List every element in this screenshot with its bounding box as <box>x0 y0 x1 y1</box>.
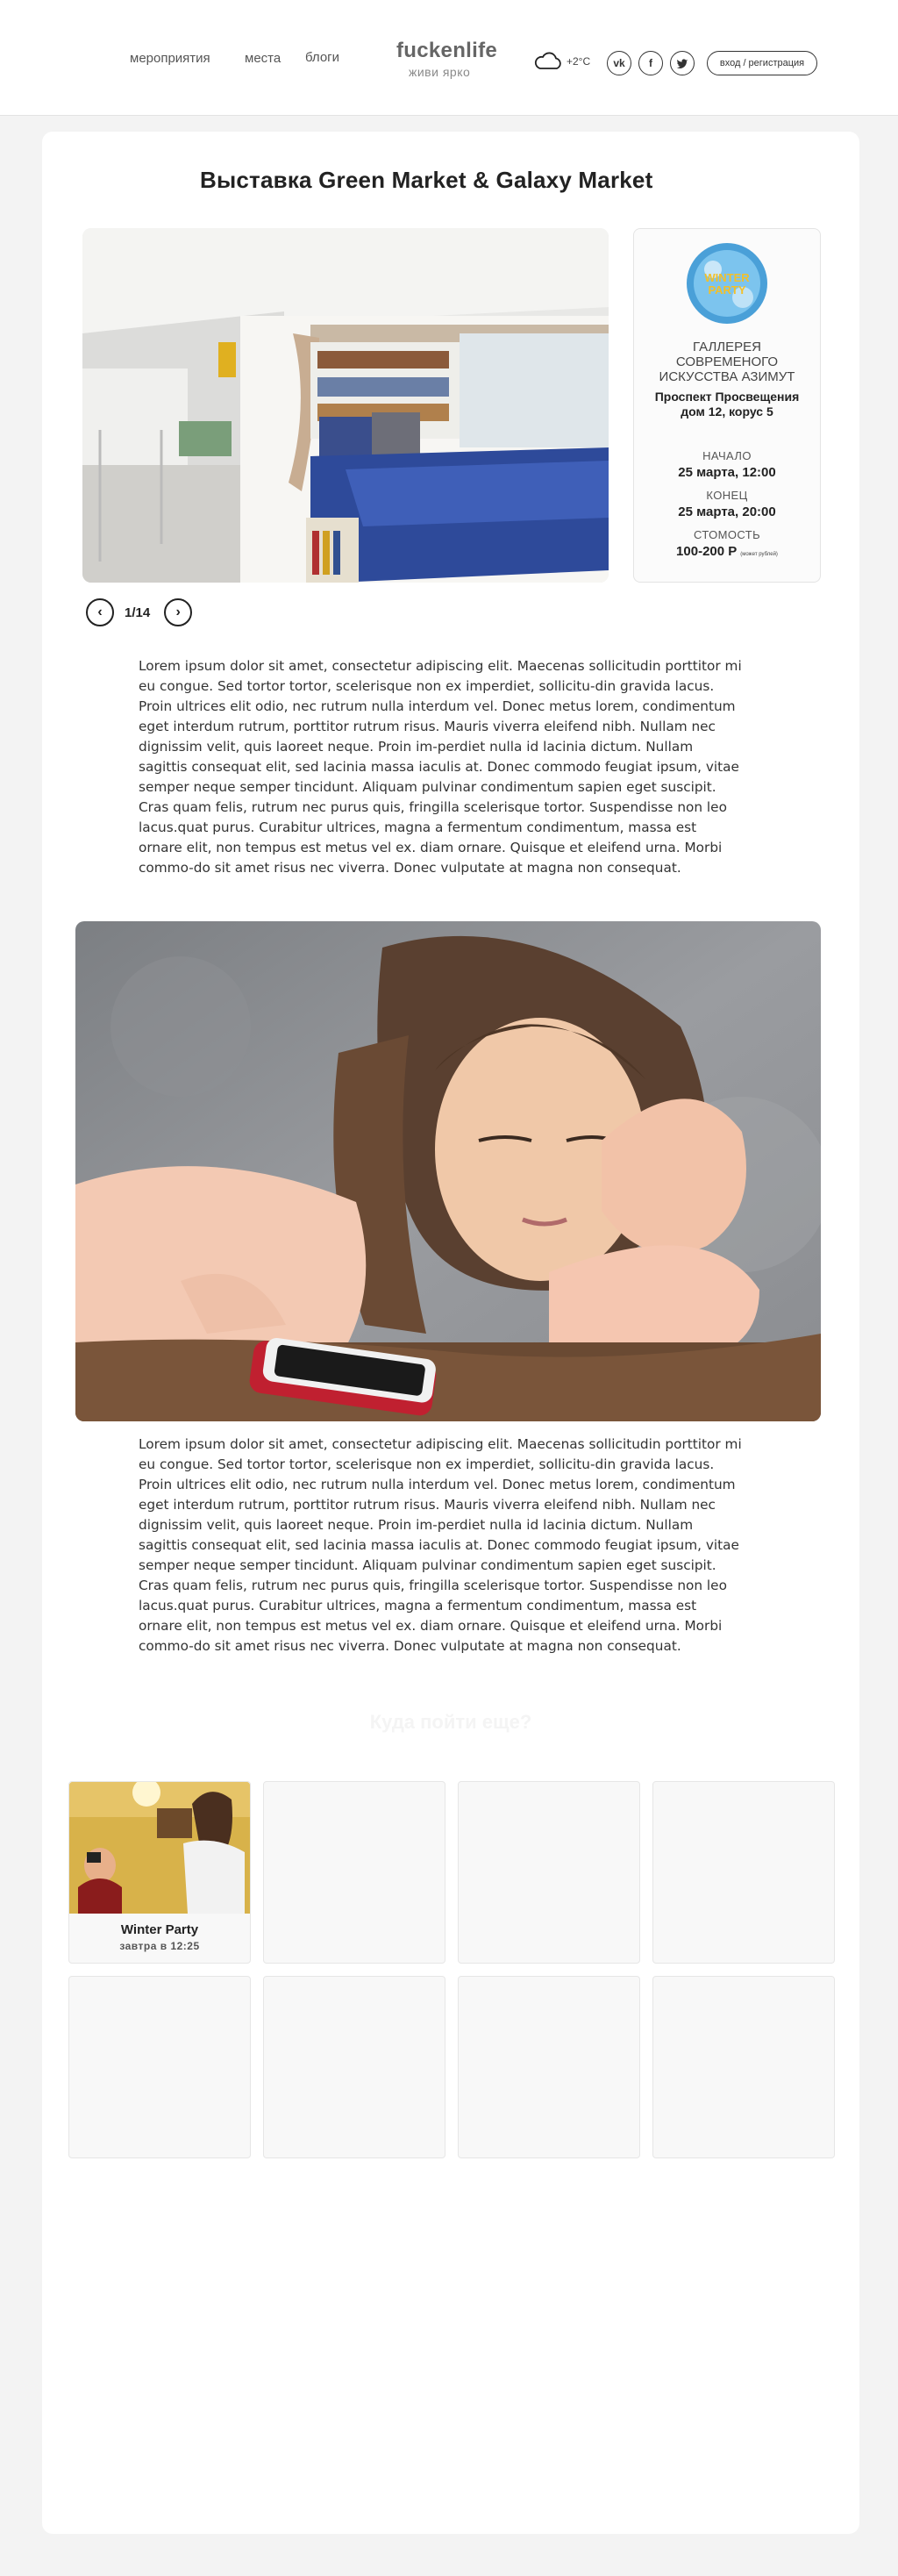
event-tile-placeholder[interactable] <box>458 1781 640 1964</box>
nav-blogs[interactable]: блоги <box>305 50 339 65</box>
event-card: Выставка Green Market & Galaxy Market ‹ … <box>42 132 859 2534</box>
weather-temp: +2°C <box>567 55 591 68</box>
gallery-counter: 1/14 <box>125 605 151 620</box>
price-label: СТОМОСТЬ <box>694 528 760 541</box>
event-tile[interactable]: Winter Party завтра в 12:25 <box>68 1781 251 1964</box>
logo-subtitle: живи ярко <box>409 65 471 79</box>
price-note: (может рублей) <box>740 552 778 557</box>
end-value: 25 марта, 20:00 <box>678 504 776 519</box>
login-register-button[interactable]: вход / регистрация <box>707 51 817 75</box>
price-value: 100-200 Р <box>676 544 738 559</box>
more-events-title: Куда пойти еще? <box>369 1711 532 1733</box>
start-label: НАЧАЛО <box>702 449 752 462</box>
venue-address: Проспект Просвещения дом 12, корус 5 <box>654 390 800 419</box>
event-info-box: WINTER PARTY ГАЛЛЕРЕЯ СОВРЕМЕНОГО ИСКУСС… <box>633 228 821 583</box>
event-description-1: Lorem ipsum dolor sit amet, consectetur … <box>139 658 742 876</box>
start-value: 25 марта, 12:00 <box>678 465 776 480</box>
twitter-icon[interactable] <box>670 51 695 75</box>
price-row: 100-200 Р (может рублей) <box>634 541 820 559</box>
event-tile-image <box>69 1782 250 1914</box>
gallery-pager: ‹ 1/14 › <box>86 598 193 626</box>
event-tile-placeholder[interactable] <box>652 1781 835 1964</box>
event-tile-placeholder[interactable] <box>458 1976 640 2158</box>
gallery-photo[interactable] <box>82 228 609 583</box>
weather-widget: +2°C <box>533 51 590 72</box>
prev-icon[interactable]: ‹ <box>86 598 114 626</box>
next-icon[interactable]: › <box>164 598 193 626</box>
svg-text:WINTER: WINTER <box>704 271 750 284</box>
facebook-icon[interactable]: f <box>638 51 663 75</box>
end-label: КОНЕЦ <box>706 489 748 502</box>
event-tile-title: Winter Party <box>120 1922 199 1937</box>
site-logo[interactable]: fuckenlife живи ярко <box>396 39 519 79</box>
event-description-2: Lorem ipsum dolor sit amet, consectetur … <box>139 1436 742 1654</box>
site-header: мероприятия места блоги fuckenlife живи … <box>0 0 898 116</box>
event-tile-time: завтра в 12:25 <box>119 1940 200 1952</box>
cloud-icon <box>534 52 561 69</box>
svg-text:PARTY: PARTY <box>708 283 745 297</box>
event-title: Выставка Green Market & Galaxy Market <box>200 167 653 193</box>
event-tile-placeholder[interactable] <box>263 1976 445 2158</box>
event-tile-placeholder[interactable] <box>652 1976 835 2158</box>
event-tile-placeholder[interactable] <box>263 1781 445 1964</box>
social-links: vk f <box>607 51 695 75</box>
logo-title: fuckenlife <box>396 39 498 62</box>
event-tile-placeholder[interactable] <box>68 1976 251 2158</box>
nav-events[interactable]: мероприятия <box>130 51 210 66</box>
venue-name[interactable]: ГАЛЛЕРЕЯ СОВРЕМЕНОГО ИСКУССТВА АЗИМУТ <box>634 340 820 384</box>
vk-icon[interactable]: vk <box>607 51 631 75</box>
venue-logo[interactable]: WINTER PARTY <box>687 243 767 324</box>
event-photo <box>75 921 821 1421</box>
nav-places[interactable]: места <box>245 51 281 66</box>
